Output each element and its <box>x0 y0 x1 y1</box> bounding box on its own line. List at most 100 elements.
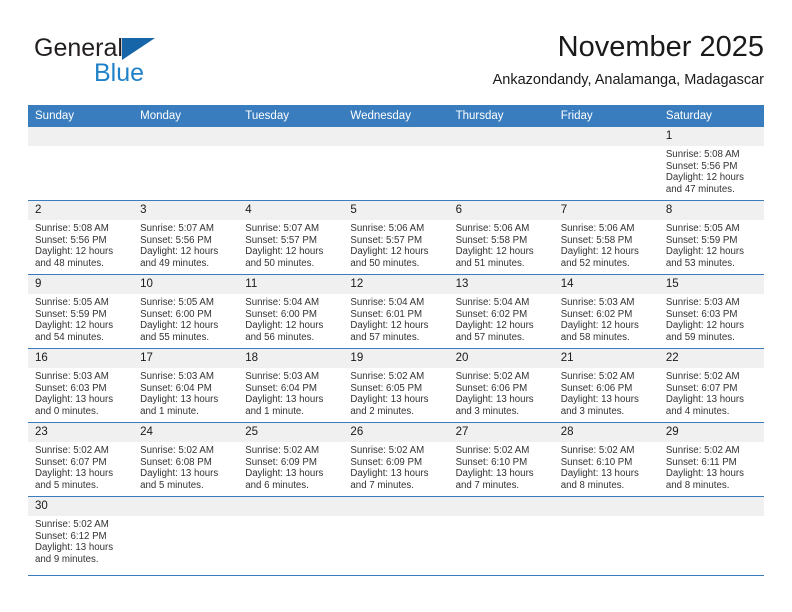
sunrise-text: Sunrise: 5:03 AM <box>35 371 109 382</box>
day-cell-content: 20 Sunrise: 5:02 AM Sunset: 6:06 PM Dayligh… <box>448 349 554 422</box>
daylight-text: Daylight: 12 hours and 48 minutes. <box>35 246 114 269</box>
day-number: 18 <box>238 349 344 368</box>
day-cell-content: 14 Sunrise: 5:03 AM Sunset: 6:02 PM Dayligh… <box>553 275 659 348</box>
day-cell: 26 Sunrise: 5:02 AM Sunset: 6:09 PM Dayligh… <box>343 422 449 497</box>
day-details: Sunrise: 5:08 AM Sunset: 5:56 PM Daylight:… <box>28 220 133 269</box>
day-number: 5 <box>343 201 449 220</box>
day-cell-content: 24 Sunrise: 5:02 AM Sunset: 6:08 PM Dayligh… <box>133 423 239 496</box>
day-cell-empty <box>553 127 659 201</box>
day-details: Sunrise: 5:02 AM Sunset: 6:07 PM Daylight:… <box>659 368 764 417</box>
weekday-header-saturday: Saturday <box>658 105 764 127</box>
day-number <box>448 127 554 146</box>
day-number: 9 <box>28 275 134 294</box>
sunrise-text: Sunrise: 5:02 AM <box>350 371 425 382</box>
calendar-week-row: 30 Sunrise: 5:02 AM Sunset: 6:12 PM Dayligh… <box>28 496 764 576</box>
sunset-text: Sunset: 6:12 PM <box>35 530 107 542</box>
sunset-text: Sunset: 6:09 PM <box>245 456 317 468</box>
daylight-text: Daylight: 12 hours and 50 minutes. <box>350 246 429 269</box>
logo-text-blue: Blue <box>94 59 145 87</box>
daylight-text: Daylight: 13 hours and 3 minutes. <box>560 394 639 417</box>
day-number: 16 <box>28 349 134 368</box>
day-details: Sunrise: 5:02 AM Sunset: 6:09 PM Daylight:… <box>238 442 343 491</box>
day-cell-content: 23 Sunrise: 5:02 AM Sunset: 6:07 PM Dayligh… <box>28 423 134 496</box>
day-details: Sunrise: 5:07 AM Sunset: 5:56 PM Daylight:… <box>133 220 238 269</box>
sunrise-text: Sunrise: 5:06 AM <box>350 223 425 234</box>
day-cell: 6 Sunrise: 5:06 AM Sunset: 5:58 PM Daylight… <box>448 200 554 275</box>
day-details: Sunrise: 5:02 AM Sunset: 6:10 PM Daylight:… <box>449 442 554 491</box>
sunset-text: Sunset: 5:56 PM <box>665 160 738 172</box>
sunrise-text: Sunrise: 5:06 AM <box>455 223 530 234</box>
daylight-text: Daylight: 13 hours and 6 minutes. <box>245 468 324 491</box>
day-cell: 28 Sunrise: 5:02 AM Sunset: 6:10 PM Dayligh… <box>553 422 659 497</box>
day-cell: 1 Sunrise: 5:08 AM Sunset: 5:56 PM Daylight… <box>658 127 764 201</box>
day-cell-content: 13 Sunrise: 5:04 AM Sunset: 6:02 PM Dayligh… <box>448 275 554 348</box>
day-cell: 8 Sunrise: 5:05 AM Sunset: 5:59 PM Daylight… <box>658 200 764 275</box>
calendar-page: General Blue November 2025 Ankazondandy,… <box>0 0 792 612</box>
day-cell: 12 Sunrise: 5:04 AM Sunset: 6:01 PM Dayligh… <box>343 274 449 349</box>
day-number: 8 <box>658 201 764 220</box>
calendar-week-row: 2 Sunrise: 5:08 AM Sunset: 5:56 PM Daylight… <box>28 200 764 275</box>
day-cell: 22 Sunrise: 5:02 AM Sunset: 6:07 PM Dayligh… <box>658 348 764 423</box>
sunset-text: Sunset: 6:07 PM <box>665 382 738 394</box>
daylight-text: Daylight: 12 hours and 50 minutes. <box>245 246 324 269</box>
sunset-text: Sunset: 6:07 PM <box>35 456 107 468</box>
weekday-header-tuesday: Tuesday <box>238 105 344 127</box>
day-cell-empty <box>133 496 239 576</box>
sunrise-text: Sunrise: 5:02 AM <box>35 519 109 530</box>
daylight-text: Daylight: 12 hours and 47 minutes. <box>665 172 744 195</box>
sunrise-text: Sunrise: 5:02 AM <box>140 445 214 456</box>
day-number <box>238 127 344 146</box>
day-cell-content: 5 Sunrise: 5:06 AM Sunset: 5:57 PM Daylight… <box>343 201 449 274</box>
day-cell: 4 Sunrise: 5:07 AM Sunset: 5:57 PM Daylight… <box>238 200 344 275</box>
daylight-text: Daylight: 13 hours and 7 minutes. <box>455 468 534 491</box>
day-details: Sunrise: 5:04 AM Sunset: 6:01 PM Daylight:… <box>343 294 448 343</box>
weekday-header-wednesday: Wednesday <box>343 105 449 127</box>
sunrise-text: Sunrise: 5:02 AM <box>350 445 425 456</box>
day-number: 7 <box>553 201 659 220</box>
daylight-text: Daylight: 12 hours and 57 minutes. <box>455 320 534 343</box>
day-details: Sunrise: 5:05 AM Sunset: 6:00 PM Daylight:… <box>133 294 238 343</box>
day-cell-empty <box>133 127 239 201</box>
sunrise-text: Sunrise: 5:05 AM <box>140 297 214 308</box>
sunset-text: Sunset: 5:56 PM <box>140 234 212 246</box>
calendar-grid: Sunday Monday Tuesday Wednesday Thursday Frid… <box>28 105 764 576</box>
daylight-text: Daylight: 13 hours and 7 minutes. <box>350 468 429 491</box>
day-cell-content <box>238 497 344 575</box>
day-cell-empty <box>658 496 764 576</box>
logo-triangle-icon <box>122 38 155 60</box>
daylight-text: Daylight: 12 hours and 57 minutes. <box>350 320 429 343</box>
sunset-text: Sunset: 6:08 PM <box>140 456 212 468</box>
day-cell-content <box>658 497 764 575</box>
day-cell-content <box>133 497 239 575</box>
day-details: Sunrise: 5:05 AM Sunset: 5:59 PM Daylight:… <box>659 220 764 269</box>
day-cell-content: 19 Sunrise: 5:02 AM Sunset: 6:05 PM Dayligh… <box>343 349 449 422</box>
daylight-text: Daylight: 12 hours and 56 minutes. <box>245 320 324 343</box>
day-cell-content: 27 Sunrise: 5:02 AM Sunset: 6:10 PM Dayligh… <box>448 423 554 496</box>
sunrise-text: Sunrise: 5:02 AM <box>560 445 635 456</box>
generalblue-logo: General Blue <box>34 34 214 90</box>
day-cell: 11 Sunrise: 5:04 AM Sunset: 6:00 PM Dayligh… <box>238 274 344 349</box>
page-subtitle: Ankazondandy, Analamanga, Madagascar <box>492 72 764 88</box>
sunset-text: Sunset: 6:04 PM <box>140 382 212 394</box>
sunrise-text: Sunrise: 5:07 AM <box>140 223 214 234</box>
day-cell-content: 30 Sunrise: 5:02 AM Sunset: 6:12 PM Dayligh… <box>28 497 134 575</box>
day-cell-content: 26 Sunrise: 5:02 AM Sunset: 6:09 PM Dayligh… <box>343 423 449 496</box>
day-cell-content: 28 Sunrise: 5:02 AM Sunset: 6:10 PM Dayligh… <box>553 423 659 496</box>
day-cell: 25 Sunrise: 5:02 AM Sunset: 6:09 PM Dayligh… <box>238 422 344 497</box>
day-cell-content: 22 Sunrise: 5:02 AM Sunset: 6:07 PM Dayligh… <box>658 349 764 422</box>
day-cell-empty <box>343 127 449 201</box>
sunset-text: Sunset: 6:09 PM <box>350 456 423 468</box>
day-number: 1 <box>658 127 764 146</box>
day-number: 27 <box>448 423 554 442</box>
sunset-text: Sunset: 5:56 PM <box>35 234 107 246</box>
day-number <box>28 127 134 146</box>
sunset-text: Sunset: 6:03 PM <box>665 308 738 320</box>
sunrise-text: Sunrise: 5:02 AM <box>455 371 530 382</box>
daylight-text: Daylight: 13 hours and 8 minutes. <box>665 468 744 491</box>
day-cell-content <box>28 127 134 200</box>
sunset-text: Sunset: 5:59 PM <box>665 234 738 246</box>
day-number: 14 <box>553 275 659 294</box>
day-cell-content: 10 Sunrise: 5:05 AM Sunset: 6:00 PM Dayligh… <box>133 275 239 348</box>
calendar-week-row: 9 Sunrise: 5:05 AM Sunset: 5:59 PM Daylight… <box>28 274 764 349</box>
sunset-text: Sunset: 6:10 PM <box>560 456 633 468</box>
